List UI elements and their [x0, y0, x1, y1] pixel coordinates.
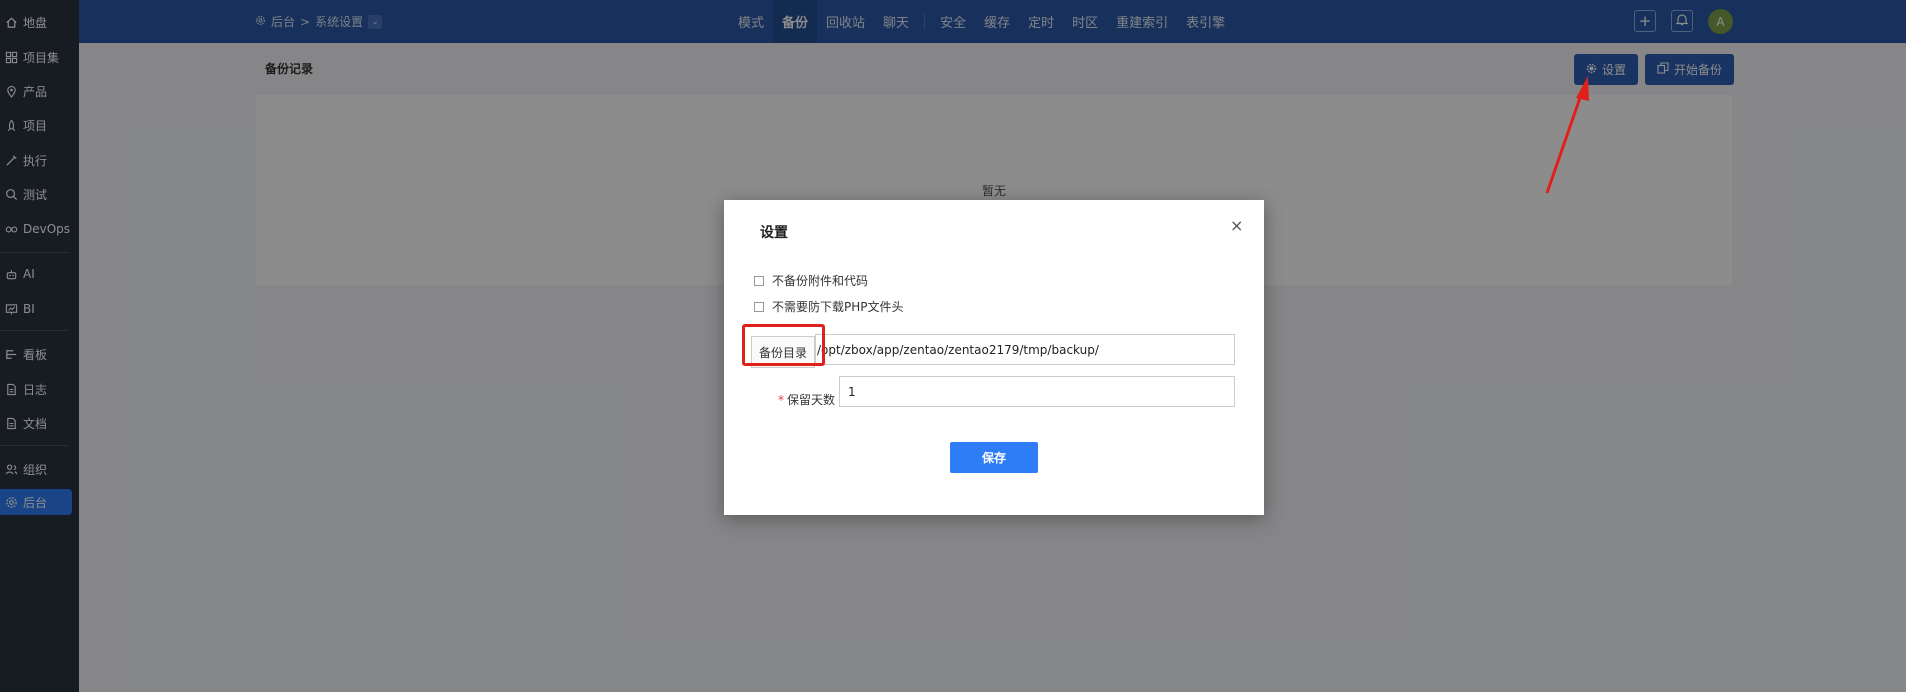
annotation-arrow [1545, 76, 1589, 194]
